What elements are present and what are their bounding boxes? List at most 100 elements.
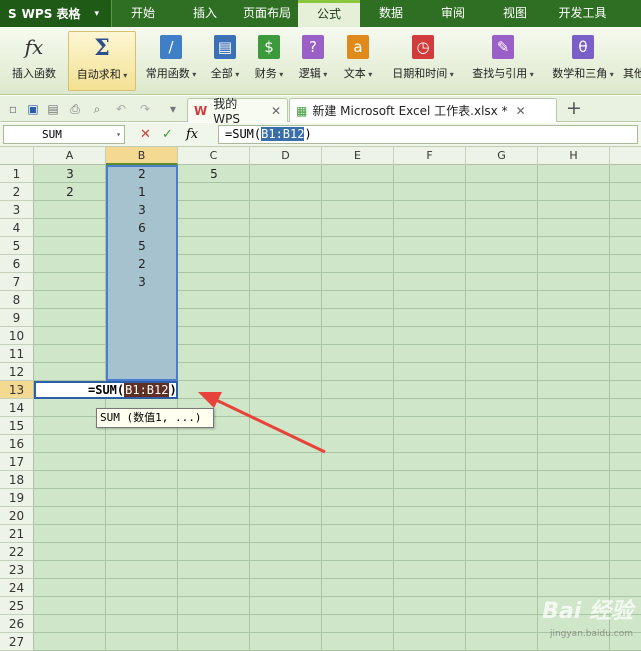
tab-insert[interactable]: 插入 — [174, 0, 236, 27]
logic-icon: ? — [302, 35, 324, 59]
row-header[interactable]: 13 — [0, 381, 34, 399]
row-header[interactable]: 1 — [0, 165, 34, 183]
toolbar-dropdown-icon[interactable]: ▾ — [166, 102, 180, 116]
print-icon[interactable]: ⎙ — [68, 102, 82, 116]
row-header[interactable]: 4 — [0, 219, 34, 237]
tab-my-wps[interactable]: W 我的WPS ✕ — [187, 97, 288, 126]
row-header[interactable]: 20 — [0, 507, 34, 525]
sigma-icon: Σ — [94, 35, 110, 61]
print-preview-icon[interactable]: ⌕ — [90, 102, 104, 116]
cell-a1[interactable]: 3 — [34, 165, 106, 183]
row-header[interactable]: 22 — [0, 543, 34, 561]
finance-functions-button[interactable]: $ 财务 ▾ — [249, 31, 289, 91]
cell-c1[interactable]: 5 — [178, 165, 250, 183]
row-header[interactable]: 8 — [0, 291, 34, 309]
row-header[interactable]: 3 — [0, 201, 34, 219]
column-header[interactable]: D — [250, 147, 322, 165]
all-functions-button[interactable]: ▤ 全部 ▾ — [206, 31, 244, 91]
wps-logo-icon: W — [194, 103, 208, 118]
row-header[interactable]: 27 — [0, 633, 34, 651]
cancel-icon[interactable]: ✕ — [140, 126, 151, 143]
math-functions-button[interactable]: θ 数学和三角 ▾ — [545, 31, 621, 91]
row-header[interactable]: 25 — [0, 597, 34, 615]
document-tab-bar: ▫ ▣ ▤ ⎙ ⌕ ↶ ↷ ▾ W 我的WPS ✕ ▦ 新建 Microsoft… — [0, 96, 641, 126]
datetime-functions-button[interactable]: ◷ 日期和时间 ▾ — [384, 31, 462, 91]
column-header[interactable]: G — [466, 147, 538, 165]
row-header[interactable]: 21 — [0, 525, 34, 543]
tab-data[interactable]: 数据 — [360, 0, 422, 27]
lookup-icon: ✎ — [492, 35, 514, 59]
row-header[interactable]: 2 — [0, 183, 34, 201]
export-pdf-icon[interactable]: ▤ — [46, 102, 60, 116]
new-file-icon[interactable]: ▫ — [6, 102, 20, 116]
tab-document[interactable]: ▦ 新建 Microsoft Excel 工作表.xlsx * ✕ — [289, 98, 557, 122]
cell-b4[interactable]: 6 — [106, 219, 178, 237]
insert-function-button[interactable]: fx 插入函数 — [4, 31, 64, 91]
text-functions-button[interactable]: a 文本 ▾ — [337, 31, 379, 91]
row-header[interactable]: 17 — [0, 453, 34, 471]
select-all-corner[interactable] — [0, 147, 34, 165]
function-fx-icon[interactable]: fx — [186, 126, 198, 143]
column-header[interactable]: A — [34, 147, 106, 165]
row-header[interactable]: 23 — [0, 561, 34, 579]
formula-bar: SUM ▾ ✕ ✓ fx =SUM(B1:B12) — [0, 123, 641, 147]
column-header[interactable]: F — [394, 147, 466, 165]
app-menu-button[interactable]: S WPS 表格 ▾ — [0, 0, 112, 27]
row-header[interactable]: 12 — [0, 363, 34, 381]
row-header[interactable]: 26 — [0, 615, 34, 633]
tab-developer[interactable]: 开发工具 — [546, 0, 619, 27]
function-fx-icon: fx — [24, 35, 44, 59]
row-header[interactable]: 10 — [0, 327, 34, 345]
row-header[interactable]: 9 — [0, 309, 34, 327]
other-functions-button[interactable]: 其他 — [623, 31, 641, 91]
cell-b3[interactable]: 3 — [106, 201, 178, 219]
new-tab-plus-icon[interactable]: + — [566, 99, 582, 118]
row-header[interactable]: 14 — [0, 399, 34, 417]
math-icon: θ — [572, 35, 594, 59]
in-cell-formula[interactable]: =SUM(B1:B12) — [88, 382, 177, 398]
formula-input[interactable]: =SUM(B1:B12) — [218, 125, 638, 144]
row-header[interactable]: 16 — [0, 435, 34, 453]
column-header[interactable]: B — [106, 147, 178, 165]
column-header[interactable] — [610, 147, 641, 165]
common-functions-button[interactable]: / 常用函数 ▾ — [139, 31, 203, 91]
text-icon: a — [347, 35, 369, 59]
redo-icon[interactable]: ↷ — [138, 102, 152, 116]
tab-formulas[interactable]: 公式 — [298, 0, 360, 27]
logic-functions-button[interactable]: ? 逻辑 ▾ — [293, 31, 333, 91]
cell-a2[interactable]: 2 — [34, 183, 106, 201]
tab-review[interactable]: 审阅 — [422, 0, 484, 27]
row-header[interactable]: 15 — [0, 417, 34, 435]
tab-view[interactable]: 视图 — [484, 0, 546, 27]
cell-b5[interactable]: 5 — [106, 237, 178, 255]
cell-b7[interactable]: 3 — [106, 273, 178, 291]
row-header[interactable]: 11 — [0, 345, 34, 363]
row-header[interactable]: 18 — [0, 471, 34, 489]
row-header[interactable]: 24 — [0, 579, 34, 597]
row-header[interactable]: 5 — [0, 237, 34, 255]
close-icon[interactable]: ✕ — [271, 104, 281, 118]
spreadsheet-grid: A B C D E F G H 1 2 3 4 5 6 7 8 9 10 11 12 13 14 15 16 1… — [0, 147, 641, 651]
row-header[interactable]: 7 — [0, 273, 34, 291]
name-box[interactable]: SUM ▾ — [3, 125, 125, 144]
row-header[interactable]: 6 — [0, 255, 34, 273]
datetime-icon: ◷ — [412, 35, 434, 59]
chevron-down-icon[interactable]: ▾ — [116, 126, 121, 143]
ribbon: fx 插入函数 Σ 自动求和 ▾ / 常用函数 ▾ ▤ 全部 ▾ $ 财务 ▾ … — [0, 27, 641, 95]
column-header[interactable]: H — [538, 147, 610, 165]
tab-home[interactable]: 开始 — [112, 0, 174, 27]
column-header[interactable]: C — [178, 147, 250, 165]
column-header[interactable]: E — [322, 147, 394, 165]
undo-icon[interactable]: ↶ — [114, 102, 128, 116]
cell-b2[interactable]: 1 — [106, 183, 178, 201]
close-icon[interactable]: ✕ — [516, 104, 526, 118]
tab-page-layout[interactable]: 页面布局 — [236, 0, 298, 27]
lookup-functions-button[interactable]: ✎ 查找与引用 ▾ — [465, 31, 541, 91]
function-hint-tooltip: SUM (数值1, ...) — [96, 408, 214, 428]
autosum-button[interactable]: Σ 自动求和 ▾ — [68, 31, 136, 91]
save-icon[interactable]: ▣ — [26, 102, 40, 116]
row-header[interactable]: 19 — [0, 489, 34, 507]
cell-b6[interactable]: 2 — [106, 255, 178, 273]
confirm-check-icon[interactable]: ✓ — [162, 126, 173, 143]
cell-b1[interactable]: 2 — [106, 165, 178, 183]
